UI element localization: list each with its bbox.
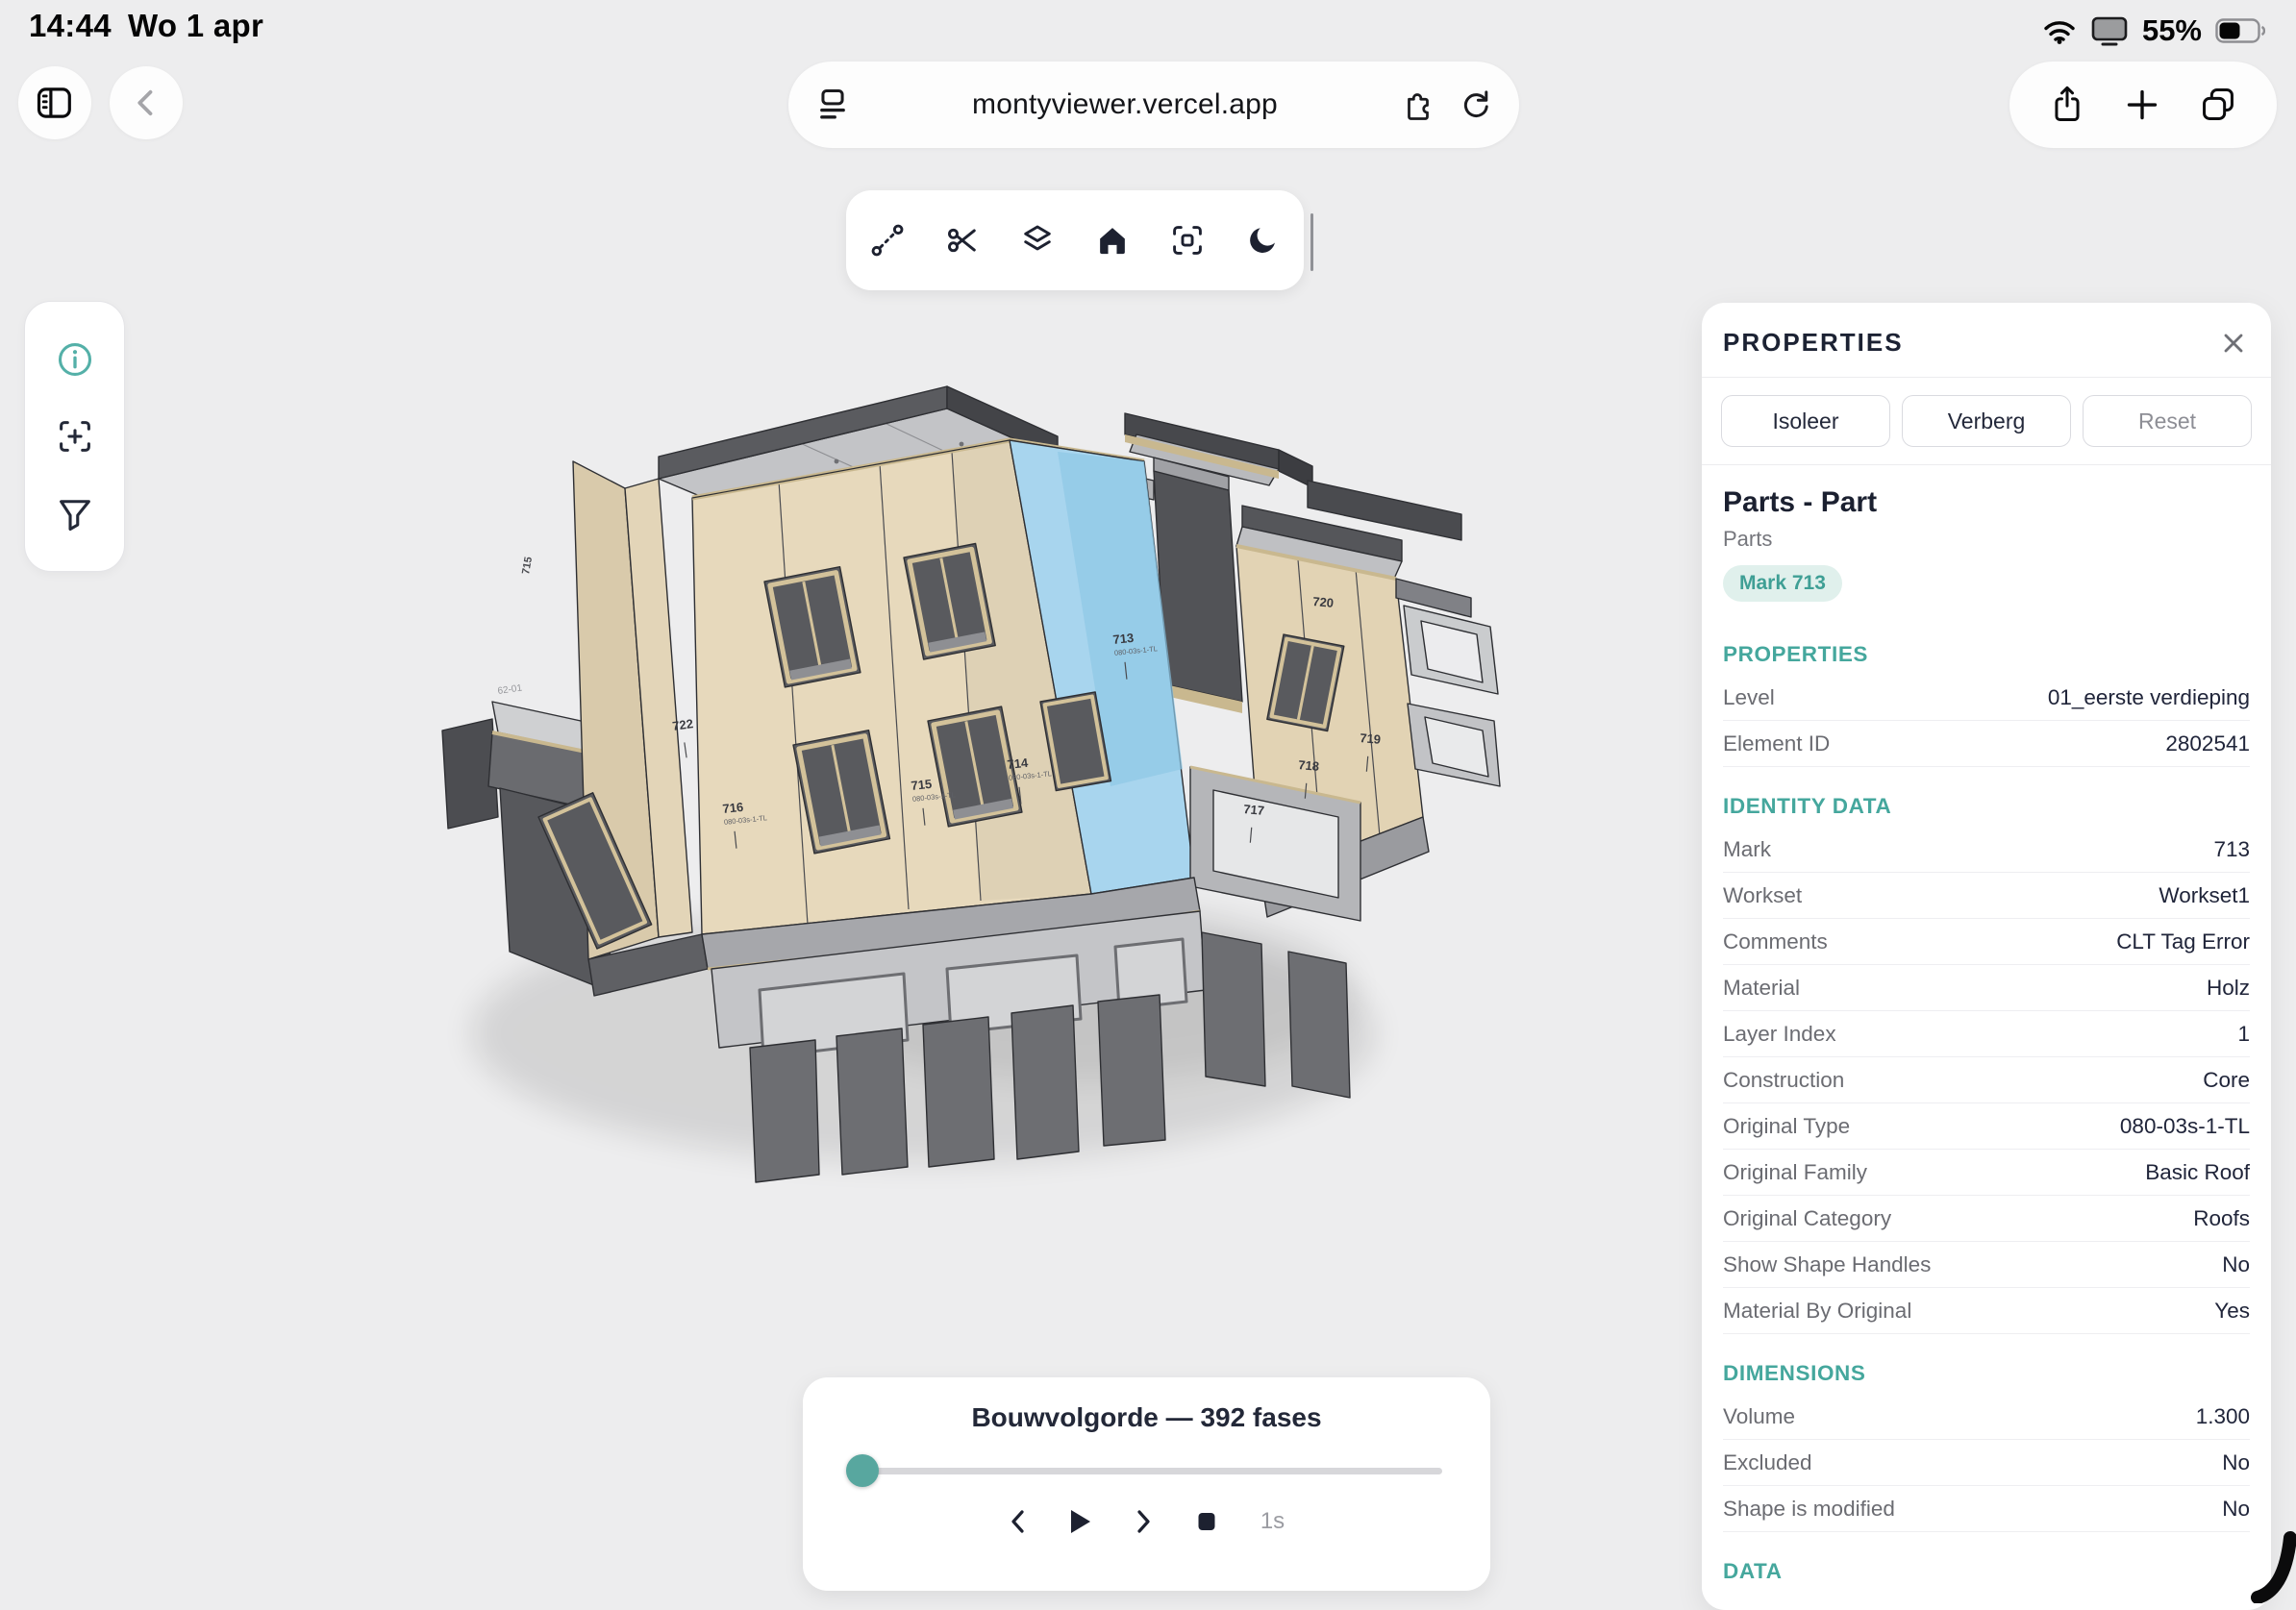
part-label: 718 [1298,757,1320,774]
property-row: Original Family Basic Roof [1723,1150,2250,1196]
part-label: 719 [1360,731,1382,747]
status-icons: 55% [2042,13,2265,48]
player-controls: 1s [803,1508,1490,1535]
info-icon[interactable] [55,339,95,380]
part-label: 713 [1112,631,1135,647]
property-row: Excluded No [1723,1440,2250,1486]
phase-slider[interactable] [846,1454,1447,1487]
share-icon[interactable] [2049,85,2085,125]
section-heading-data: DATA [1723,1559,2250,1584]
slider-thumb[interactable] [846,1454,879,1487]
property-row: Original Category Roofs [1723,1196,2250,1242]
property-row: Element ID 2802541 [1723,721,2250,767]
part-label: 62-01 [497,682,523,697]
section-cut-icon[interactable] [944,222,981,259]
part-label: 717 [1243,802,1265,818]
next-icon[interactable] [1136,1508,1153,1535]
dark-mode-icon[interactable] [1244,222,1281,259]
viewer-toolbar [846,190,1304,290]
url-text[interactable]: montyviewer.vercel.app [850,88,1400,121]
part-title: Parts - Part [1723,486,2250,519]
reset-button[interactable]: Reset [2083,395,2252,447]
property-row: Mark 713 [1723,827,2250,873]
model-3d-view[interactable]: 713 080-03s-1-TL 714 080-03s-1-TL 715 08… [385,317,1519,1201]
part-label: 715 [911,777,933,793]
property-row: Material Holz [1723,965,2250,1011]
selected-part-summary: Parts - Part Parts Mark 713 [1702,465,2271,615]
part-subtitle: Parts [1723,527,2250,552]
back-button[interactable] [110,66,183,139]
browser-actions [2009,62,2277,148]
focus-select-icon[interactable] [55,416,95,457]
part-label: 714 [1007,755,1030,772]
left-tool-panel [24,301,125,572]
property-row: Layer Index 1 [1723,1011,2250,1057]
part-label: 720 [1312,594,1335,610]
wifi-icon [2042,17,2077,44]
sidebar-icon [36,85,74,121]
stop-icon[interactable] [1197,1511,1216,1532]
section-heading-properties: PROPERTIES [1723,642,2250,667]
properties-actions: Isoleer Verberg Reset [1702,378,2271,465]
property-row: Construction Core [1723,1057,2250,1103]
properties-panel: PROPERTIES Isoleer Verberg Reset Parts -… [1702,303,2271,1610]
property-row: Level 01_eerste verdieping [1723,675,2250,721]
back-chevron-icon [130,85,162,121]
property-row: Comments CLT Tag Error [1723,919,2250,965]
speed-label[interactable]: 1s [1260,1508,1285,1535]
part-label: 716 [722,800,744,816]
mark-badge: Mark 713 [1723,565,1842,602]
tabs-icon[interactable] [2199,86,2237,124]
toolbar-scroll-indicator [1310,213,1313,271]
part-label: 722 [671,716,694,733]
page-settings-icon[interactable] [815,87,850,123]
home-icon[interactable] [1094,222,1131,259]
properties-list: PROPERTIES Level 01_eerste verdieping El… [1702,642,2271,1584]
loading-spinner-arc [2181,1488,2296,1603]
measure-icon[interactable] [869,222,906,259]
sidebar-button[interactable] [18,66,91,139]
extensions-icon[interactable] [1400,87,1436,123]
property-row: Material By Original Yes [1723,1288,2250,1334]
play-icon[interactable] [1070,1509,1091,1534]
new-tab-icon[interactable] [2125,87,2159,122]
part-label: 715 [520,556,535,575]
section-heading-dimensions: DIMENSIONS [1723,1361,2250,1386]
fit-view-icon[interactable] [1169,222,1206,259]
reload-icon[interactable] [1458,87,1492,123]
battery-icon [2215,18,2265,43]
battery-percent: 55% [2142,13,2202,48]
property-row: Workset Workset1 [1723,873,2250,919]
property-row: Volume 1.300 [1723,1394,2250,1440]
status-date: Wo 1 apr [128,8,263,44]
filter-icon[interactable] [55,494,95,534]
url-bar[interactable]: montyviewer.vercel.app [788,62,1519,148]
property-row: Show Shape Handles No [1723,1242,2250,1288]
isolate-button[interactable]: Isoleer [1721,395,1890,447]
properties-panel-title: PROPERTIES [1723,328,1904,358]
section-heading-identity-data: IDENTITY DATA [1723,794,2250,819]
build-sequence-player: Bouwvolgorde — 392 fases 1s [803,1377,1490,1591]
screen-mirroring-icon [2090,15,2129,46]
status-time: 14:44 [29,8,112,44]
slider-track[interactable] [846,1468,1442,1474]
player-title: Bouwvolgorde — 392 fases [803,1402,1490,1433]
layers-icon[interactable] [1019,222,1056,259]
close-icon[interactable] [2219,329,2248,358]
previous-icon[interactable] [1009,1508,1026,1535]
hide-button[interactable]: Verberg [1902,395,2071,447]
property-row: Shape is modified No [1723,1486,2250,1532]
property-row: Original Type 080-03s-1-TL [1723,1103,2250,1150]
